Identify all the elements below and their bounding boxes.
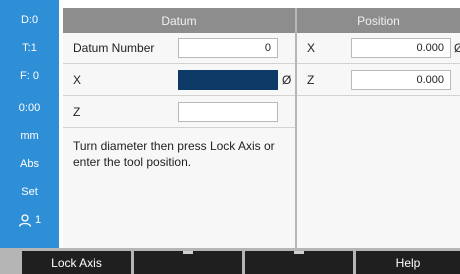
instruction-message: Turn diameter then press Lock Axis or en… [73, 139, 275, 169]
datum-z-field[interactable] [178, 102, 278, 122]
sidebar-set-label: Set [21, 186, 38, 198]
position-x-label: X [307, 41, 316, 55]
position-x-value: 0.000 [351, 38, 451, 58]
datum-z-row: Z [63, 97, 295, 128]
diameter-icon: Ø [454, 41, 460, 55]
help-softkey[interactable]: Help [356, 251, 460, 274]
sidebar-datum-label: D:0 [20, 14, 39, 26]
sidebar-tool-label: T:1 [22, 42, 37, 54]
status-sidebar: D:0 T:1 F: 0 0:00 mm Abs Set 1 [0, 0, 59, 248]
datum-header: Datum [63, 8, 295, 33]
position-x-row: X 0.000 Ø [297, 33, 460, 64]
softkey-bar: Lock Axis Help [0, 248, 460, 274]
datum-x-row: X Ø [63, 65, 295, 96]
sidebar-item-user[interactable]: 1 [0, 206, 59, 234]
softkey-3[interactable] [245, 251, 353, 274]
datum-z-label: Z [73, 105, 81, 119]
sidebar-user-label: 1 [34, 214, 42, 226]
datum-number-label: Datum Number [73, 41, 155, 55]
position-header: Position [297, 8, 460, 33]
main-panel: Datum Position Datum Number 0 X Ø Z Turn… [59, 0, 460, 248]
user-icon [18, 213, 32, 227]
sidebar-item-abs[interactable]: Abs [0, 150, 59, 178]
sidebar-item-set[interactable]: Set [0, 178, 59, 206]
sidebar-item-timer[interactable]: 0:00 [0, 94, 59, 122]
position-z-label: Z [307, 73, 315, 87]
sidebar-item-units[interactable]: mm [0, 122, 59, 150]
sidebar-units-label: mm [20, 130, 39, 142]
position-z-value: 0.000 [351, 70, 451, 90]
datum-x-field[interactable] [178, 70, 278, 90]
sidebar-item-datum[interactable]: D:0 [0, 6, 59, 34]
datum-number-field[interactable]: 0 [178, 38, 278, 58]
datum-x-label: X [73, 73, 82, 87]
position-panel: X 0.000 Ø Z 0.000 [297, 33, 460, 248]
position-z-row: Z 0.000 [297, 65, 460, 96]
sidebar-item-tool[interactable]: T:1 [0, 34, 59, 62]
softkey-2[interactable] [134, 251, 242, 274]
softkey-tab-indicator [294, 251, 304, 254]
softkey-tab-indicator [183, 251, 193, 254]
diameter-icon: Ø [282, 73, 292, 87]
sidebar-item-feed[interactable]: F: 0 [0, 62, 59, 90]
datum-number-row: Datum Number 0 [63, 33, 295, 64]
sidebar-abs-label: Abs [20, 158, 39, 170]
sidebar-timer-label: 0:00 [18, 102, 41, 114]
sidebar-feed-label: F: 0 [20, 70, 39, 82]
lock-axis-softkey[interactable]: Lock Axis [22, 251, 131, 274]
